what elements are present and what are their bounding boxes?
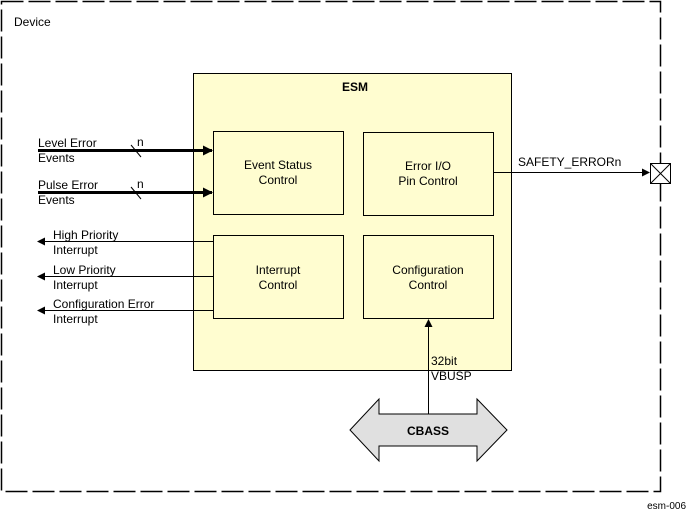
pulse-error-label-line1: Pulse Error xyxy=(38,178,98,192)
low-priority-label-line1: Low Priority xyxy=(53,263,116,277)
event-status-line2: Control xyxy=(259,173,298,187)
figure-id: esm-006 xyxy=(647,501,686,512)
pulse-error-label-line2: Events xyxy=(38,193,75,207)
device-label: Device xyxy=(14,15,51,29)
configuration-control-block xyxy=(363,235,494,319)
configuration-line2: Control xyxy=(409,278,448,292)
interrupt-line1: Interrupt xyxy=(256,263,301,277)
high-priority-label-line1: High Priority xyxy=(53,228,118,242)
pulse-error-bus-width: n xyxy=(137,177,144,191)
bus-type-label: VBUSP xyxy=(431,369,472,383)
config-error-label-line2: Interrupt xyxy=(53,312,98,326)
error-io-line1: Error I/O xyxy=(405,159,451,173)
cbass-label: CBASS xyxy=(407,424,449,438)
esm-block xyxy=(193,73,512,371)
esm-block-diagram: Device ESM Event Status Control Error I/… xyxy=(0,0,686,512)
event-status-line1: Event Status xyxy=(244,158,312,172)
level-error-label-line1: Level Error xyxy=(38,136,97,150)
level-error-bus-width: n xyxy=(137,135,144,149)
interrupt-control-block xyxy=(213,235,344,319)
error-io-line2: Pin Control xyxy=(398,174,457,188)
device-pin-icon xyxy=(650,163,671,184)
level-error-label-line2: Events xyxy=(38,151,75,165)
high-priority-label-line2: Interrupt xyxy=(53,243,98,257)
esm-title: ESM xyxy=(342,80,368,94)
interrupt-line2: Control xyxy=(259,278,298,292)
bus-width-label: 32bit xyxy=(431,354,458,368)
config-error-label-line1: Configuration Error xyxy=(53,297,154,311)
safety-error-label: SAFETY_ERRORn xyxy=(518,155,621,169)
low-priority-label-line2: Interrupt xyxy=(53,278,98,292)
configuration-line1: Configuration xyxy=(392,263,463,277)
